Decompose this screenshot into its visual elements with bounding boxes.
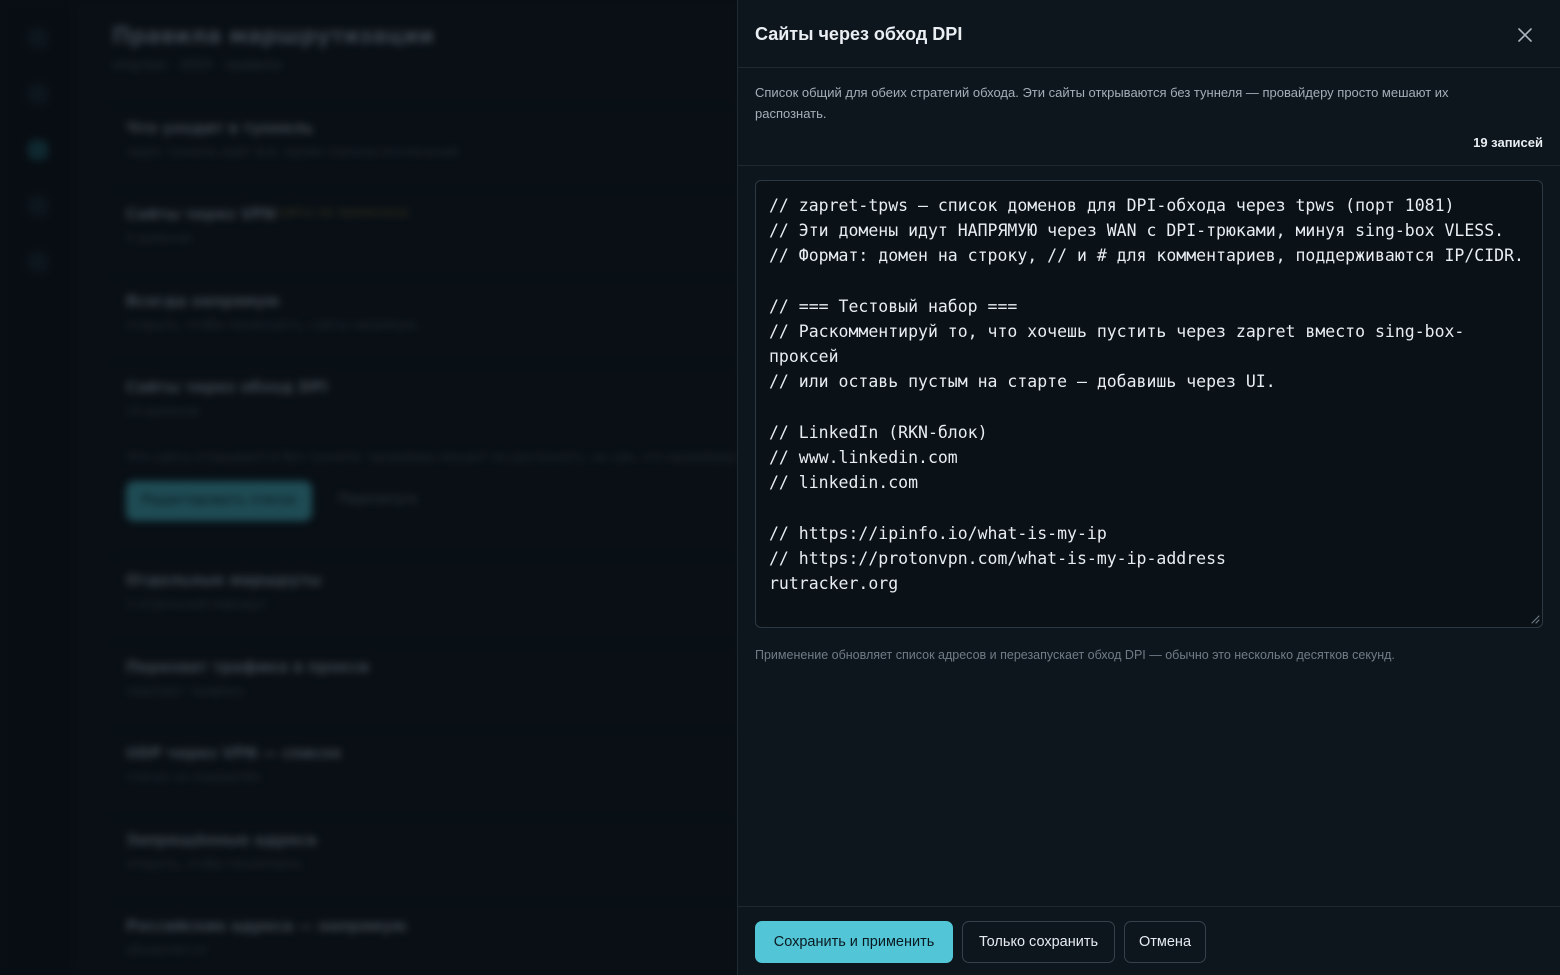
- drawer-title: Сайты через обход DPI: [755, 24, 963, 44]
- close-button[interactable]: [1512, 22, 1538, 48]
- cancel-button[interactable]: Отмена: [1124, 921, 1206, 963]
- domain-list-editor[interactable]: // zapret-tpws — список доменов для DPI-…: [755, 180, 1543, 628]
- dpi-sites-drawer: Сайты через обход DPI Список общий для о…: [737, 0, 1560, 975]
- drawer-header: Сайты через обход DPI: [738, 0, 1560, 68]
- modal-overlay[interactable]: [0, 0, 740, 975]
- entries-count: 19 записей: [1473, 135, 1543, 150]
- resize-grip-icon[interactable]: [1530, 614, 1540, 624]
- save-only-button[interactable]: Только сохранить: [962, 921, 1115, 963]
- drawer-footer: Сохранить и применить Только сохранить О…: [738, 906, 1560, 975]
- drawer-description: Список общий для обеих стратегий обхода.…: [755, 85, 1449, 121]
- close-icon: [1518, 28, 1532, 42]
- apply-hint: Применение обновляет список адресов и пе…: [755, 648, 1395, 662]
- save-apply-button[interactable]: Сохранить и применить: [755, 921, 953, 963]
- drawer-info: Список общий для обеих стратегий обхода.…: [738, 68, 1560, 166]
- app-root: Правила маршрутизации sing-box · 2025 · …: [0, 0, 1560, 975]
